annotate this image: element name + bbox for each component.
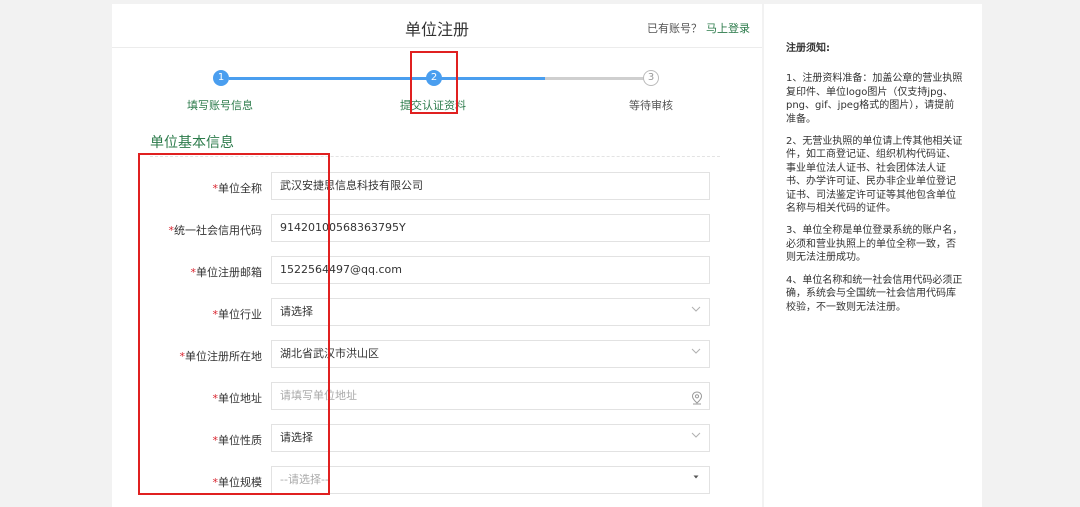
- annotation-highlight-step: [410, 51, 458, 114]
- chevron-down-icon: [689, 304, 703, 318]
- step-1-circle: 1: [213, 70, 229, 86]
- login-link[interactable]: 马上登录: [706, 22, 750, 35]
- login-prompt: 已有账号？ 马上登录: [647, 20, 750, 36]
- step-3-label: 等待审核: [629, 99, 673, 112]
- registration-panel: 单位注册 已有账号？ 马上登录 1 2 3 填写账号信息 提交认证资料 等待审核 …: [112, 4, 762, 507]
- caret-down-icon: [689, 472, 703, 486]
- section-title: 单位基本信息: [150, 135, 234, 151]
- notice-item: 3、单位全称是单位登录系统的账户名，必须和营业执照上的单位全称一致，否则无法注册…: [786, 225, 963, 264]
- notice-panel: 注册须知: 1、注册资料准备：加盖公章的营业执照复印件、单位logo图片（仅支持…: [764, 4, 982, 507]
- notice-item: 1、注册资料准备：加盖公章的营业执照复印件、单位logo图片（仅支持jpg、pn…: [786, 73, 963, 125]
- nature-select[interactable]: 请选择: [271, 424, 710, 452]
- email-input[interactable]: 1522564497@qq.com: [271, 256, 710, 284]
- credit-code-input[interactable]: 91420100568363795Y: [271, 214, 710, 242]
- notice-item: 4、单位名称和统一社会信用代码必须正确，系统会与全国统一社会信用代码库校验，不一…: [786, 274, 963, 313]
- notice-item: 2、无营业执照的单位请上传其他相关证件，如工商登记证、组织机构代码证、事业单位法…: [786, 136, 963, 215]
- page-header: 单位注册 已有账号？ 马上登录: [112, 4, 762, 48]
- annotation-highlight-labels: [138, 153, 330, 495]
- chevron-down-icon: [689, 346, 703, 360]
- chevron-down-icon: [689, 430, 703, 444]
- notice-title: 注册须知:: [786, 43, 830, 54]
- step-bar-3: [545, 77, 648, 80]
- location-pin-icon[interactable]: [691, 389, 703, 405]
- registration-notice: 注册须知: 1、注册资料准备：加盖公章的营业执照复印件、单位logo图片（仅支持…: [786, 42, 964, 323]
- step-1-label: 填写账号信息: [187, 99, 253, 112]
- industry-select[interactable]: 请选择: [271, 298, 710, 326]
- location-select[interactable]: 湖北省武汉市洪山区: [271, 340, 710, 368]
- have-account-text: 已有账号？: [647, 22, 702, 35]
- full-name-input[interactable]: 武汉安捷思信息科技有限公司: [271, 172, 710, 200]
- address-input[interactable]: 请填写单位地址: [271, 382, 710, 410]
- step-3-circle: 3: [643, 70, 659, 86]
- scale-select[interactable]: --请选择--: [271, 466, 710, 494]
